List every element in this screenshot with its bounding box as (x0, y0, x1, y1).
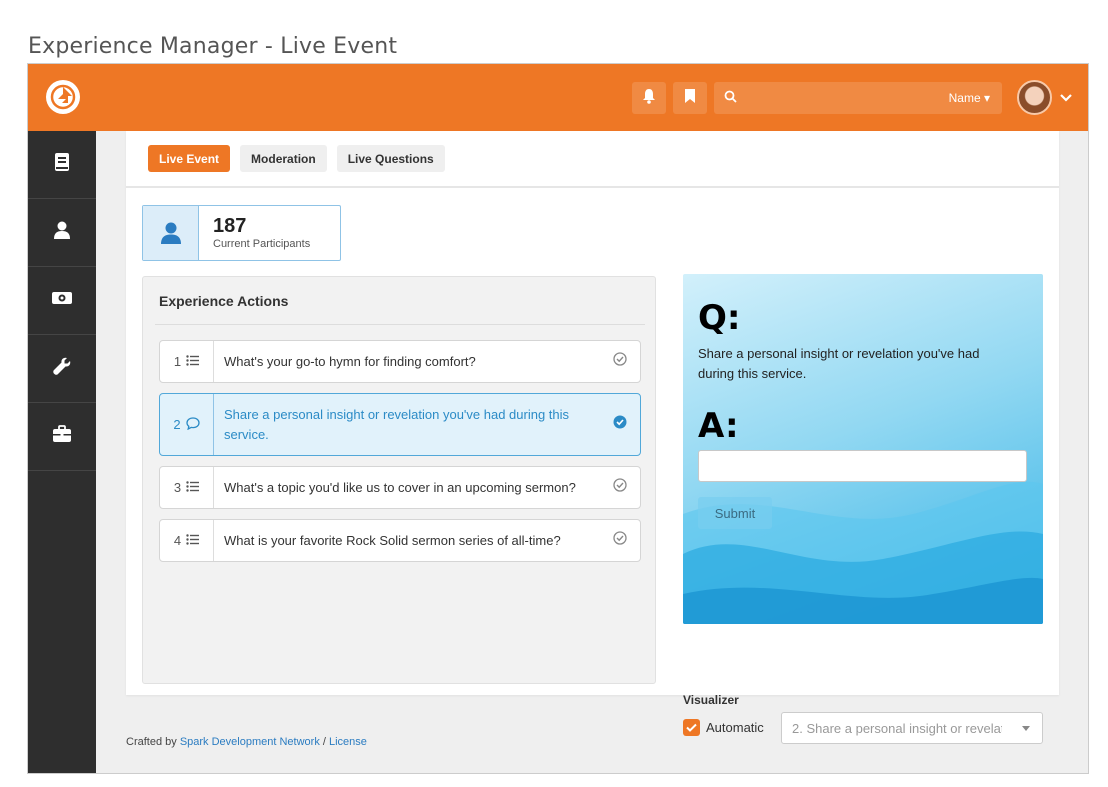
participants-stat: 187 Current Participants (142, 205, 341, 261)
visualizer-selected-value: 2. Share a personal insight or revelatio… (792, 721, 1002, 736)
action-text: What's your go-to hymn for finding comfo… (224, 353, 476, 369)
search-icon (724, 90, 737, 108)
search-filter-dropdown[interactable]: Name ▾ (949, 91, 990, 105)
action-item-2[interactable]: 2 Share a personal insight or revelation… (159, 393, 641, 456)
experience-actions-title: Experience Actions (159, 293, 289, 309)
action-item-3[interactable]: 3 What's a topic you'd like us to cover … (159, 466, 641, 509)
list-icon (186, 480, 200, 495)
page-caption: Experience Manager - Live Event (28, 34, 398, 59)
bookmark-icon (684, 88, 696, 109)
question-label: Q: (698, 298, 741, 338)
tab-moderation[interactable]: Moderation (240, 145, 327, 172)
action-number: 2 (173, 417, 181, 432)
participants-label: Current Participants (213, 238, 311, 250)
briefcase-icon (52, 425, 72, 448)
bookmarks-button[interactable] (673, 82, 707, 114)
answer-input[interactable] (698, 450, 1027, 482)
automatic-label: Automatic (706, 720, 764, 735)
footer-org-link[interactable]: Spark Development Network (180, 736, 320, 748)
bell-icon (642, 88, 656, 109)
action-text: What's a topic you'd like us to cover in… (224, 479, 576, 495)
participants-count: 187 (213, 215, 247, 237)
search-box: Name ▾ (714, 82, 1002, 114)
checkmark-icon (686, 719, 697, 737)
wrench-icon (52, 356, 72, 381)
preview-question-text: Share a personal insight or revelation y… (698, 346, 980, 381)
answer-label: A: (698, 406, 739, 446)
money-icon (51, 290, 73, 311)
person-icon (143, 206, 199, 260)
sidebar-item-tools[interactable] (28, 335, 96, 403)
action-text: What is your favorite Rock Solid sermon … (224, 532, 561, 548)
footer: Crafted by Spark Development Network / L… (126, 736, 367, 748)
footer-prefix: Crafted by (126, 736, 180, 748)
action-number: 3 (173, 480, 182, 495)
footer-license-link[interactable]: License (329, 736, 367, 748)
action-number: 4 (173, 533, 182, 548)
main-panel: Live Event Moderation Live Questions 187… (126, 131, 1059, 744)
caret-down-icon (1022, 726, 1030, 731)
notifications-button[interactable] (632, 82, 666, 114)
sidebar-item-book[interactable] (28, 131, 96, 199)
sidebar-item-finance[interactable] (28, 267, 96, 335)
automatic-checkbox[interactable] (683, 719, 700, 736)
comment-icon (185, 416, 200, 433)
visualizer-label: Visualizer (683, 693, 739, 707)
sidebar (28, 131, 96, 773)
sidebar-item-people[interactable] (28, 199, 96, 267)
action-item-1[interactable]: 1 What's your go-to hymn for finding com… (159, 340, 641, 383)
list-icon (186, 354, 200, 369)
tab-bar: Live Event Moderation Live Questions (126, 131, 1059, 188)
check-circle-outline-icon[interactable] (613, 478, 627, 497)
avatar[interactable] (1017, 80, 1052, 115)
search-input[interactable] (744, 82, 914, 114)
experience-actions-panel: Experience Actions 1 What's your go-to h… (142, 276, 656, 684)
divider (155, 324, 645, 325)
check-circle-outline-icon[interactable] (613, 531, 627, 550)
app-window: Name ▾ Live Event Moderation Live Questi… (27, 63, 1089, 774)
footer-separator: / (319, 736, 329, 748)
top-navbar: Name ▾ (28, 64, 1088, 131)
check-circle-outline-icon[interactable] (613, 352, 627, 371)
action-text: Share a personal insight or revelation y… (224, 406, 570, 442)
submit-button[interactable]: Submit (698, 497, 772, 529)
sidebar-item-admin[interactable] (28, 403, 96, 471)
tab-live-event[interactable]: Live Event (148, 145, 231, 172)
live-preview: Q: Share a personal insight or revelatio… (683, 274, 1043, 624)
tab-live-questions[interactable]: Live Questions (336, 145, 445, 172)
person-icon (52, 220, 72, 245)
action-number: 1 (173, 354, 182, 369)
visualizer-select[interactable]: 2. Share a personal insight or revelatio… (781, 712, 1043, 744)
check-circle-filled-icon[interactable] (613, 415, 627, 434)
chevron-down-icon[interactable] (1060, 90, 1072, 108)
action-item-4[interactable]: 4 What is your favorite Rock Solid sermo… (159, 519, 641, 562)
rock-logo-icon[interactable] (46, 80, 80, 114)
book-icon (53, 152, 71, 177)
list-icon (186, 533, 200, 548)
